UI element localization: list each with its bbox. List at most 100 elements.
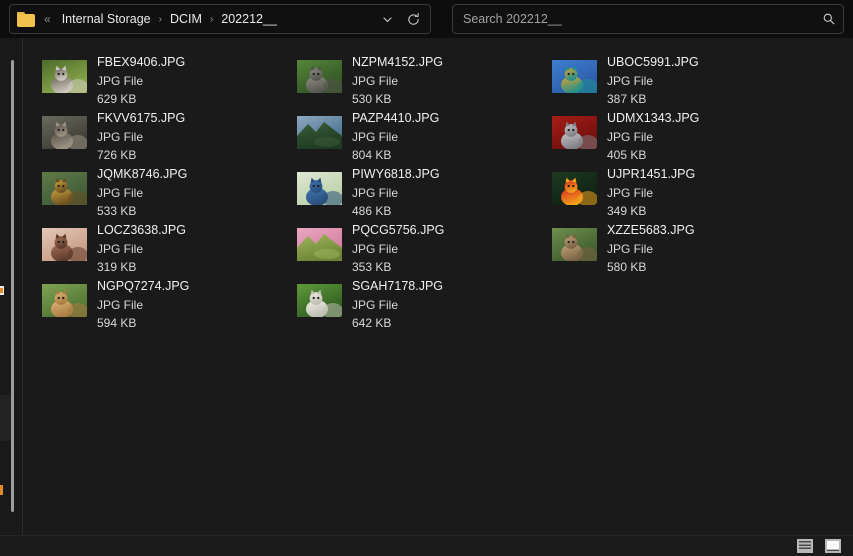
file-meta: PIWY6818.JPG JPG File 486 KB [352, 167, 440, 217]
nav-icon-partial-2 [0, 485, 3, 495]
file-size: 405 KB [607, 147, 647, 162]
file-type: JPG File [607, 129, 654, 144]
status-bar [0, 535, 853, 556]
address-bar[interactable]: « Internal Storage › DCIM › 202212__ [9, 4, 431, 34]
file-thumbnail [42, 116, 87, 149]
file-name: UJPR1451.JPG [607, 167, 696, 181]
file-thumbnail [297, 228, 342, 261]
file-meta: XZZE5683.JPG JPG File 580 KB [607, 223, 695, 273]
file-item[interactable]: UDMX1343.JPG JPG File 405 KB [552, 111, 798, 161]
file-meta: FKVV6175.JPG JPG File 726 KB [97, 111, 185, 161]
file-size: 387 KB [607, 91, 647, 106]
file-meta: PAZP4410.JPG JPG File 804 KB [352, 111, 439, 161]
breadcrumb-separator: › [158, 13, 162, 25]
file-type: JPG File [607, 73, 654, 88]
file-grid: FBEX9406.JPG JPG File 629 KB FKVV6175.JPG J… [23, 38, 853, 535]
file-type: JPG File [97, 73, 144, 88]
file-name: SGAH7178.JPG [352, 279, 444, 293]
file-type: JPG File [607, 241, 654, 256]
breadcrumb-overflow-button[interactable]: « [44, 12, 51, 26]
file-type: JPG File [607, 185, 654, 200]
breadcrumb-item-dcim[interactable]: DCIM [169, 10, 203, 28]
file-thumbnail [42, 284, 87, 317]
file-size: 642 KB [352, 315, 392, 330]
file-item[interactable]: PAZP4410.JPG JPG File 804 KB [297, 111, 543, 161]
file-meta: LOCZ3638.JPG JPG File 319 KB [97, 223, 186, 273]
file-size: 530 KB [352, 91, 392, 106]
breadcrumb-item-current[interactable]: 202212__ [220, 10, 278, 28]
file-name: UDMX1343.JPG [607, 111, 700, 125]
view-large-icons-icon[interactable] [822, 537, 844, 555]
search-icon[interactable] [815, 6, 843, 32]
file-meta: UBOC5991.JPG JPG File 387 KB [607, 55, 699, 105]
file-size: 804 KB [352, 147, 392, 162]
file-meta: JQMK8746.JPG JPG File 533 KB [97, 167, 187, 217]
file-item[interactable]: NGPQ7274.JPG JPG File 594 KB [42, 279, 288, 329]
nav-icon-partial [0, 286, 4, 295]
file-name: FBEX9406.JPG [97, 55, 186, 69]
file-name: FKVV6175.JPG [97, 111, 186, 125]
file-thumbnail [552, 116, 597, 149]
file-size: 486 KB [352, 203, 392, 218]
breadcrumb-item-internal-storage[interactable]: Internal Storage [61, 10, 152, 28]
file-meta: NGPQ7274.JPG JPG File 594 KB [97, 279, 189, 329]
file-item[interactable]: SGAH7178.JPG JPG File 642 KB [297, 279, 543, 329]
file-meta: SGAH7178.JPG JPG File 642 KB [352, 279, 443, 329]
file-meta: PQCG5756.JPG JPG File 353 KB [352, 223, 444, 273]
file-item[interactable]: PQCG5756.JPG JPG File 353 KB [297, 223, 543, 273]
refresh-icon[interactable] [400, 6, 426, 32]
file-size: 533 KB [97, 203, 137, 218]
file-thumbnail [297, 116, 342, 149]
file-item[interactable]: PIWY6818.JPG JPG File 486 KB [297, 167, 543, 217]
file-item[interactable]: FBEX9406.JPG JPG File 629 KB [42, 55, 288, 105]
chevron-down-icon[interactable] [374, 6, 400, 32]
file-item[interactable]: LOCZ3638.JPG JPG File 319 KB [42, 223, 288, 273]
file-size: 349 KB [607, 203, 647, 218]
search-bar[interactable] [452, 4, 844, 34]
search-input[interactable] [463, 12, 815, 26]
navigation-pane-edge [0, 38, 22, 535]
file-thumbnail [297, 60, 342, 93]
file-type: JPG File [352, 241, 399, 256]
toolbar: « Internal Storage › DCIM › 202212__ [0, 0, 853, 38]
file-name: JQMK8746.JPG [97, 167, 188, 181]
file-item[interactable]: UJPR1451.JPG JPG File 349 KB [552, 167, 798, 217]
file-size: 594 KB [97, 315, 137, 330]
file-thumbnail [42, 172, 87, 205]
file-thumbnail [552, 60, 597, 93]
file-type: JPG File [352, 185, 399, 200]
view-details-icon[interactable] [794, 537, 816, 555]
file-thumbnail [297, 172, 342, 205]
file-list-panel[interactable]: FBEX9406.JPG JPG File 629 KB FKVV6175.JPG J… [22, 38, 853, 535]
file-name: UBOC5991.JPG [607, 55, 699, 69]
file-item[interactable]: FKVV6175.JPG JPG File 726 KB [42, 111, 288, 161]
file-item[interactable]: XZZE5683.JPG JPG File 580 KB [552, 223, 798, 273]
file-thumbnail [42, 60, 87, 93]
file-item[interactable]: NZPM4152.JPG JPG File 530 KB [297, 55, 543, 105]
file-name: PIWY6818.JPG [352, 167, 440, 181]
file-thumbnail [552, 228, 597, 261]
file-meta: UDMX1343.JPG JPG File 405 KB [607, 111, 699, 161]
file-type: JPG File [97, 297, 144, 312]
file-thumbnail [42, 228, 87, 261]
file-item[interactable]: JQMK8746.JPG JPG File 533 KB [42, 167, 288, 217]
file-type: JPG File [352, 129, 399, 144]
file-size: 726 KB [97, 147, 137, 162]
folder-icon [17, 11, 35, 27]
file-name: PQCG5756.JPG [352, 223, 445, 237]
file-thumbnail [552, 172, 597, 205]
file-item[interactable]: UBOC5991.JPG JPG File 387 KB [552, 55, 798, 105]
file-type: JPG File [352, 73, 399, 88]
file-type: JPG File [97, 185, 144, 200]
file-size: 319 KB [97, 259, 137, 274]
file-name: XZZE5683.JPG [607, 223, 695, 237]
breadcrumb: Internal Storage › DCIM › 202212__ [61, 10, 374, 28]
file-name: PAZP4410.JPG [352, 111, 440, 125]
file-type: JPG File [97, 129, 144, 144]
file-type: JPG File [97, 241, 144, 256]
breadcrumb-separator: › [209, 13, 214, 25]
nav-scrollbar-thumb[interactable] [11, 60, 14, 512]
file-name: LOCZ3638.JPG [97, 223, 186, 237]
file-thumbnail [297, 284, 342, 317]
file-meta: UJPR1451.JPG JPG File 349 KB [607, 167, 695, 217]
